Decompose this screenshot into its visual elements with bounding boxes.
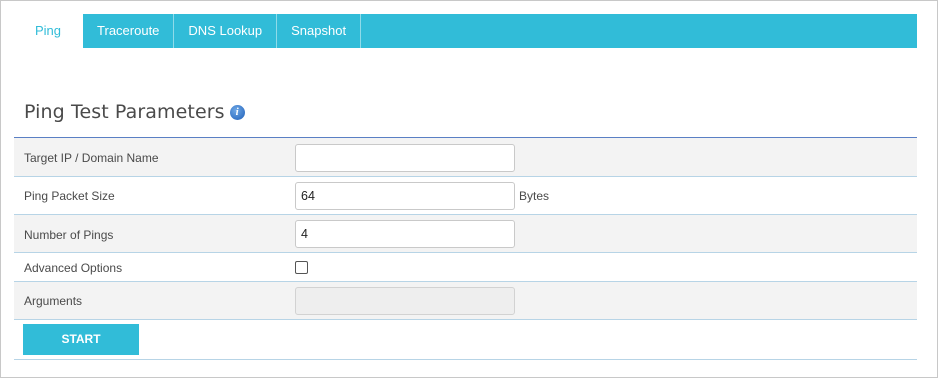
advanced-options-row: Advanced Options [14, 253, 917, 282]
target-row: Target IP / Domain Name [14, 138, 917, 177]
page-title: Ping Test Parameters [24, 101, 225, 123]
tab-snapshot[interactable]: Snapshot [277, 14, 362, 48]
packet-size-row: Ping Packet Size Bytes [14, 177, 917, 215]
tab-traceroute[interactable]: Traceroute [83, 14, 175, 48]
tab-ping[interactable]: Ping [13, 14, 84, 48]
num-pings-row: Number of Pings [14, 215, 917, 253]
advanced-options-label: Advanced Options [24, 261, 123, 275]
num-pings-label: Number of Pings [24, 228, 114, 242]
advanced-options-checkbox[interactable] [295, 261, 308, 274]
target-input[interactable] [295, 144, 515, 172]
ping-tool-panel: Ping Traceroute DNS Lookup Snapshot Ping… [0, 0, 938, 378]
packet-size-label: Ping Packet Size [24, 189, 115, 203]
ping-parameters-form: Target IP / Domain Name Ping Packet Size… [14, 137, 917, 360]
arguments-label: Arguments [24, 294, 83, 308]
arguments-row: Arguments [14, 282, 917, 320]
arguments-input[interactable] [295, 287, 515, 315]
info-icon[interactable]: i [229, 104, 245, 120]
diagnostics-tab-bar: Ping Traceroute DNS Lookup Snapshot [13, 14, 917, 48]
packet-size-input[interactable] [295, 182, 515, 210]
tab-dns-lookup[interactable]: DNS Lookup [174, 14, 278, 48]
start-button[interactable]: START [23, 324, 139, 355]
packet-size-unit: Bytes [519, 189, 550, 203]
num-pings-input[interactable] [295, 220, 515, 248]
section-header: Ping Test Parameters i [24, 101, 245, 123]
action-row: START [14, 320, 917, 360]
target-label: Target IP / Domain Name [24, 151, 159, 165]
